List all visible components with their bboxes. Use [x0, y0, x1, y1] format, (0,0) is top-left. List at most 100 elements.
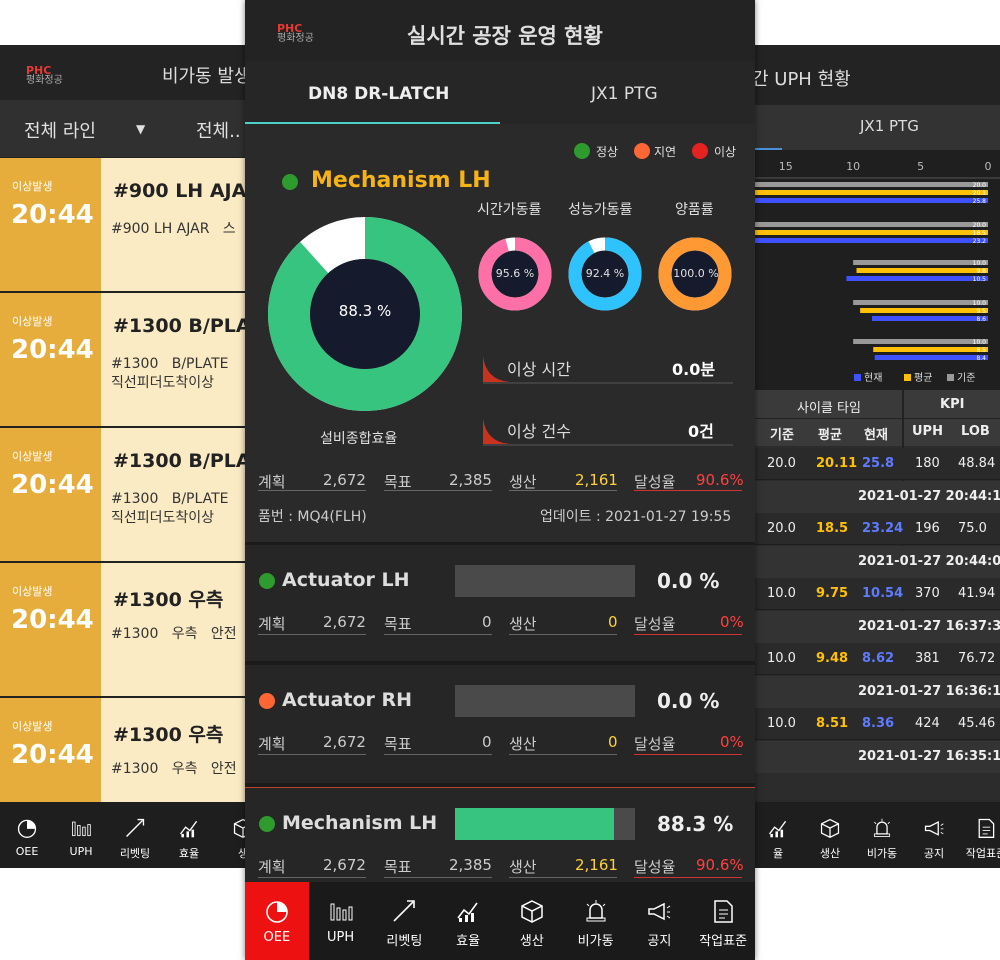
bar-value-label: 10.5	[973, 276, 987, 283]
kpi-header: KPI	[940, 397, 965, 412]
nav-label: 리벳팅	[386, 934, 423, 949]
alarm-light-icon	[856, 817, 908, 839]
line-percent: 0.0 %	[657, 569, 720, 593]
nav-item-4[interactable]: 생산	[500, 882, 564, 960]
line-select[interactable]: 전체 라인	[24, 117, 96, 143]
achievement-underline	[634, 877, 742, 878]
nav-item-2[interactable]: 비가동	[856, 802, 908, 868]
axis-tick-label: 0	[985, 160, 992, 173]
timestamp-cell: 2021-01-27 20:44:01	[858, 554, 1000, 569]
tab-label[interactable]: JX1 PTG	[860, 117, 919, 135]
target-value: 0	[482, 613, 492, 631]
avg-cell: 18.5	[816, 521, 849, 536]
center-title: 실시간 공장 운영 현황	[407, 24, 603, 48]
box-icon	[500, 898, 564, 924]
nav-item-1[interactable]: UPH	[309, 882, 373, 960]
nav-item-3[interactable]: 공지	[908, 802, 960, 868]
line-status-dot-icon	[259, 693, 275, 709]
alarm-detail: #1300 우측 안전	[111, 761, 237, 777]
target-value: 0	[482, 733, 492, 751]
nav-item-2[interactable]: 리벳팅	[373, 882, 437, 960]
trend-chart-icon	[162, 817, 216, 839]
avg-cell: 8.51	[816, 716, 849, 731]
bar-value-label: 25.8	[973, 198, 987, 205]
alarm-detail-block: #900 LH AJAR #900 LH AJAR 스	[101, 158, 248, 291]
uph-cell: 196	[915, 521, 940, 536]
nav-item-5[interactable]: 비가동	[564, 882, 628, 960]
normal-dot-icon	[574, 143, 590, 159]
line-card[interactable]: Mechanism LH 88.3 % 계획 2,672 목표 2,385 생산 2,161 달…	[245, 787, 755, 883]
alarm-detail-block: #1300 우측 #1300 우측 안전	[101, 563, 248, 696]
header-divider	[752, 418, 1000, 419]
nav-item-1[interactable]: 생산	[804, 802, 856, 868]
tab-jx1-ptg[interactable]: JX1 PTG	[591, 84, 658, 104]
abnormal-time-label: 이상 시간	[507, 360, 571, 379]
center-header: PHC 평화정공 실시간 공장 운영 현황	[245, 0, 755, 62]
box-icon	[804, 817, 856, 839]
achievement-label: 달성율	[634, 615, 676, 633]
document-icon	[960, 817, 1000, 839]
megaphone-icon	[628, 898, 692, 924]
nav-item-6[interactable]: 공지	[628, 882, 692, 960]
nav-item-2[interactable]: 리벳팅	[108, 802, 162, 868]
axis-tick-label: 10	[846, 160, 860, 173]
alarm-time: 20:44	[11, 740, 94, 770]
performance-value: 92.4 %	[585, 267, 625, 280]
legend-normal: 정상	[596, 145, 619, 159]
main-line-name: Mechanism LH	[311, 168, 491, 193]
achievement-value: 90.6%	[696, 471, 744, 489]
legend-label: 현재	[864, 372, 882, 384]
nav-item-3[interactable]: 효율	[162, 802, 216, 868]
alarm-item[interactable]: 이상발생 20:44 #1300 B/PLA #1300 B/PLATE 직선피더도착…	[0, 293, 248, 428]
alarm-item[interactable]: 이상발생 20:44 #1300 B/PLA #1300 B/PLATE 직선피더도착…	[0, 428, 248, 563]
document-icon	[691, 898, 755, 924]
tab-jx1-ptg[interactable]: JX1 PTG	[752, 105, 1000, 150]
current-cell: 8.62	[862, 651, 895, 666]
achievement-label: 달성율	[634, 473, 676, 491]
nav-item-0[interactable]: OEE	[0, 802, 54, 868]
alarm-detail-block: #1300 B/PLA #1300 B/PLATE 직선피더도착이상	[101, 428, 248, 561]
alarm-status: 이상발생	[12, 585, 53, 598]
legend-swatch	[904, 374, 911, 381]
bar-value-label: 20.0	[973, 222, 987, 229]
nav-item-0[interactable]: 율	[752, 802, 804, 868]
line-card[interactable]: Actuator RH 0.0 % 계획 2,672 목표 0 생산 0 달성율 0%	[245, 665, 755, 783]
uph-cell: 381	[915, 651, 940, 666]
line-name: Actuator LH	[282, 569, 410, 591]
line-card[interactable]: Actuator LH 0.0 % 계획 2,672 목표 0 생산 0 달성율 0%	[245, 545, 755, 661]
trend-chart-icon	[752, 817, 804, 839]
table-column-header: LOB	[961, 424, 990, 439]
alarm-item[interactable]: 이상발생 20:44 #1300 우측 #1300 우측 안전	[0, 563, 248, 698]
nav-item-3[interactable]: 효율	[436, 882, 500, 960]
alarm-list: 이상발생 20:44 #900 LH AJAR #900 LH AJAR 스 이상발생 2…	[0, 158, 248, 833]
line-name: Mechanism LH	[282, 812, 438, 834]
abnormal-dot-icon	[692, 143, 708, 159]
main-line-card[interactable]: 정상 지연 이상 Mechanism LH 88.3 % 설비종합효율 시간가동…	[245, 124, 755, 542]
uph-bar	[853, 300, 988, 305]
nav-item-4[interactable]: 생	[216, 802, 248, 868]
nav-item-7[interactable]: 작업표준	[691, 882, 755, 960]
nav-item-4[interactable]: 작업표준	[960, 802, 1000, 868]
nav-item-1[interactable]: UPH	[54, 802, 108, 868]
target-label: 목표	[384, 735, 412, 753]
current-cell: 8.36	[862, 716, 895, 731]
nav-item-0[interactable]: OEE	[245, 882, 309, 960]
chevron-down-icon[interactable]: ▼	[136, 122, 145, 136]
current-cell: 23.24	[862, 521, 904, 536]
box-icon	[216, 817, 248, 839]
alarm-light-icon	[564, 898, 628, 924]
plan-value: 2,672	[323, 613, 366, 631]
alarm-status: 이상발생	[12, 450, 53, 463]
availability-label: 시간가동률	[477, 202, 542, 218]
base-cell: 20.0	[767, 456, 796, 471]
right-bottom-nav: 율 생산 비가동 공지 작업표준	[752, 802, 1000, 868]
bar-chart-icon	[54, 817, 108, 839]
all-filter-select[interactable]: 전체..	[196, 117, 241, 143]
table-column-header: 평균	[818, 428, 842, 443]
alarm-time: 20:44	[11, 335, 94, 365]
tab-dn8-dr-latch[interactable]: DN8 DR-LATCH	[308, 84, 449, 104]
plan-value: 2,672	[323, 733, 366, 751]
alarm-item[interactable]: 이상발생 20:44 #900 LH AJAR #900 LH AJAR 스	[0, 158, 248, 293]
alarm-title: #900 LH AJAR	[113, 180, 248, 202]
line-filter[interactable]: 전체 라인 ▼ 전체..	[0, 100, 248, 158]
